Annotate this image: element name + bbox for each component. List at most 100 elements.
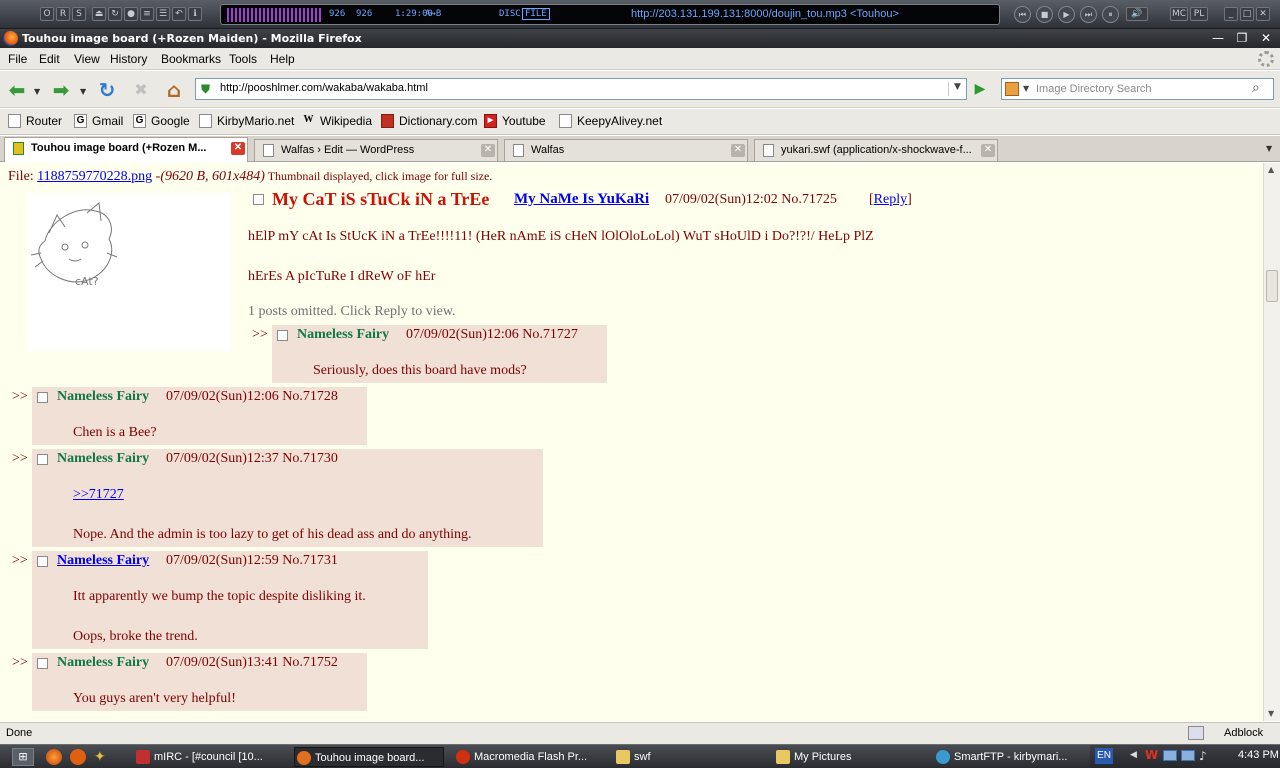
op-checkbox[interactable] [253, 194, 264, 205]
language-indicator[interactable]: EN [1095, 748, 1113, 764]
quicklaunch-icon[interactable]: ✦ [94, 749, 106, 765]
winamp-loop-icon[interactable]: ↻ [108, 7, 122, 21]
task-swf-folder[interactable]: swf [614, 747, 764, 767]
menu-file[interactable]: File [8, 52, 27, 66]
url-dropdown-icon[interactable]: ▼ [948, 82, 961, 96]
flash-quicklaunch-icon[interactable] [70, 749, 86, 765]
scroll-up-icon[interactable]: ▲ [1268, 165, 1274, 174]
search-go-icon[interactable]: ⌕ [1252, 80, 1260, 96]
winamp-ab-button[interactable]: A↔B [425, 9, 441, 19]
winamp-repeat-button[interactable]: R [56, 7, 70, 21]
tab-close-icon[interactable]: ✕ [731, 144, 745, 157]
bookmark-gmail[interactable]: G Gmail [74, 114, 123, 128]
reply-checkbox[interactable] [277, 330, 288, 341]
winamp-eq-icon[interactable]: ≡ [140, 7, 154, 21]
go-icon[interactable]: ▶ [970, 80, 990, 98]
winamp-volume-icon[interactable]: 🔊 [1126, 7, 1148, 21]
search-box[interactable]: ▼ Image Directory Search ⌕ [1001, 78, 1274, 100]
url-text[interactable]: http://pooshlmer.com/wakaba/wakaba.html [220, 82, 428, 94]
tray-expand-icon[interactable]: ◀ [1130, 750, 1137, 760]
menu-history[interactable]: History [110, 52, 147, 66]
winamp-back-icon[interactable]: ↶ [172, 7, 186, 21]
reply-name-link[interactable]: Nameless Fairy [57, 553, 149, 569]
stop-icon[interactable]: ✖ [128, 77, 154, 103]
winamp-shade-icon[interactable]: □ [1240, 7, 1254, 21]
bookmark-dictionary[interactable]: Dictionary.com [381, 114, 477, 128]
tray-volume-icon[interactable]: ♪ [1199, 749, 1207, 763]
winamp-shuffle-button[interactable]: S [72, 7, 86, 21]
tray-w-icon[interactable]: W [1145, 748, 1158, 762]
reply-checkbox[interactable] [37, 392, 48, 403]
bookmark-wikipedia[interactable]: W Wikipedia [302, 114, 373, 128]
reply-checkbox[interactable] [37, 454, 48, 465]
winamp-stop-icon[interactable]: ■ [1036, 6, 1053, 23]
task-my-pictures[interactable]: My Pictures [774, 747, 924, 767]
scroll-down-icon[interactable]: ▼ [1268, 709, 1274, 718]
menu-view[interactable]: View [74, 52, 100, 66]
page-info-icon[interactable] [1188, 726, 1204, 740]
forward-history-icon[interactable]: ▼ [80, 87, 86, 96]
winamp-prev-icon[interactable]: ⏮ [1014, 6, 1031, 23]
bookmark-youtube[interactable]: ▶ Youtube [484, 114, 546, 128]
menu-bookmarks[interactable]: Bookmarks [161, 52, 221, 66]
reply-checkbox[interactable] [37, 658, 48, 669]
winamp-file-button[interactable]: FILE [522, 8, 550, 20]
home-icon[interactable]: ⌂ [161, 77, 187, 103]
firefox-quicklaunch-icon[interactable] [46, 749, 62, 765]
winamp-next-icon[interactable]: ⏭ [1080, 6, 1097, 23]
task-flash[interactable]: Macromedia Flash Pr... [454, 747, 604, 767]
search-engine-dropdown-icon[interactable]: ▼ [1023, 84, 1029, 93]
winamp-option-button[interactable]: O [40, 7, 54, 21]
tab-walfas[interactable]: Walfas ✕ [504, 139, 748, 161]
tab-yukari-swf[interactable]: yukari.swf (application/x-shockwave-f...… [754, 139, 998, 161]
vertical-scrollbar[interactable]: ▲ ▼ [1263, 163, 1280, 721]
task-smartftp[interactable]: SmartFTP - kirbymari... [934, 747, 1084, 767]
bookmark-router[interactable]: Router [8, 114, 62, 128]
start-icon[interactable]: ⊞ [12, 748, 34, 766]
bookmark-kirbymario[interactable]: KirbyMario.net [199, 114, 294, 128]
menu-help[interactable]: Help [270, 52, 295, 66]
tab-list-icon[interactable]: ▼ [1266, 144, 1272, 153]
reply-checkbox[interactable] [37, 556, 48, 567]
tray-monitor-icon[interactable] [1163, 750, 1177, 761]
winamp-info-icon[interactable]: ℹ [188, 7, 202, 21]
clock[interactable]: 4:43 PM [1238, 749, 1279, 761]
tab-close-icon[interactable]: ✕ [981, 144, 995, 157]
forward-icon[interactable]: ➡ [48, 77, 74, 103]
menu-edit[interactable]: Edit [39, 52, 60, 66]
winamp-minimize-icon[interactable]: _ [1224, 7, 1238, 21]
tray-network-icon[interactable] [1181, 750, 1195, 761]
url-bar[interactable]: ⛊ http://pooshlmer.com/wakaba/wakaba.htm… [195, 78, 967, 100]
file-link[interactable]: 1188759770228.png [37, 169, 152, 184]
winamp-pause-icon[interactable]: ⏸ [1102, 6, 1119, 23]
thumbnail-image[interactable]: cAt? [27, 193, 230, 351]
tab-walfas-edit[interactable]: Walfas › Edit — WordPress ✕ [254, 139, 498, 161]
search-engine-icon[interactable] [1005, 82, 1019, 96]
winamp-eject-icon[interactable]: ⏏ [92, 7, 106, 21]
op-number[interactable]: No.71725 [781, 192, 837, 207]
close-window-icon[interactable]: ✕ [1258, 30, 1274, 46]
quote-link[interactable]: >>71727 [73, 487, 124, 503]
op-name[interactable]: My NaMe Is YuKaRi [514, 191, 649, 208]
bookmark-keepyalivey[interactable]: KeepyAlivey.net [559, 114, 662, 128]
tab-touhou[interactable]: Touhou image board (+Rozen M... ✕ [4, 137, 248, 162]
tab-close-icon[interactable]: ✕ [231, 142, 245, 155]
reload-icon[interactable]: ↻ [94, 77, 120, 103]
minimize-icon[interactable]: — [1210, 30, 1226, 46]
bookmark-google[interactable]: G Google [133, 114, 190, 128]
task-mirc[interactable]: mIRC - [#council [10... [134, 747, 284, 767]
reply-link[interactable]: Reply [874, 192, 907, 207]
scroll-thumb[interactable] [1266, 270, 1278, 302]
winamp-pl-icon[interactable]: ☰ [156, 7, 170, 21]
back-icon[interactable]: ⬅ [4, 77, 30, 103]
winamp-pl-button[interactable]: PL [1190, 7, 1208, 21]
task-firefox[interactable]: Touhou image board... [294, 747, 444, 767]
restore-icon[interactable]: ❐ [1234, 30, 1250, 46]
tab-close-icon[interactable]: ✕ [481, 144, 495, 157]
winamp-close-icon[interactable]: ✕ [1256, 7, 1270, 21]
winamp-mc-button[interactable]: MC [1170, 7, 1188, 21]
op-name-link[interactable]: My NaMe Is YuKaRi [514, 191, 649, 207]
back-history-icon[interactable]: ▼ [34, 87, 40, 96]
winamp-play-icon[interactable]: ▶ [1058, 6, 1075, 23]
winamp-record-icon[interactable]: ● [124, 7, 138, 21]
